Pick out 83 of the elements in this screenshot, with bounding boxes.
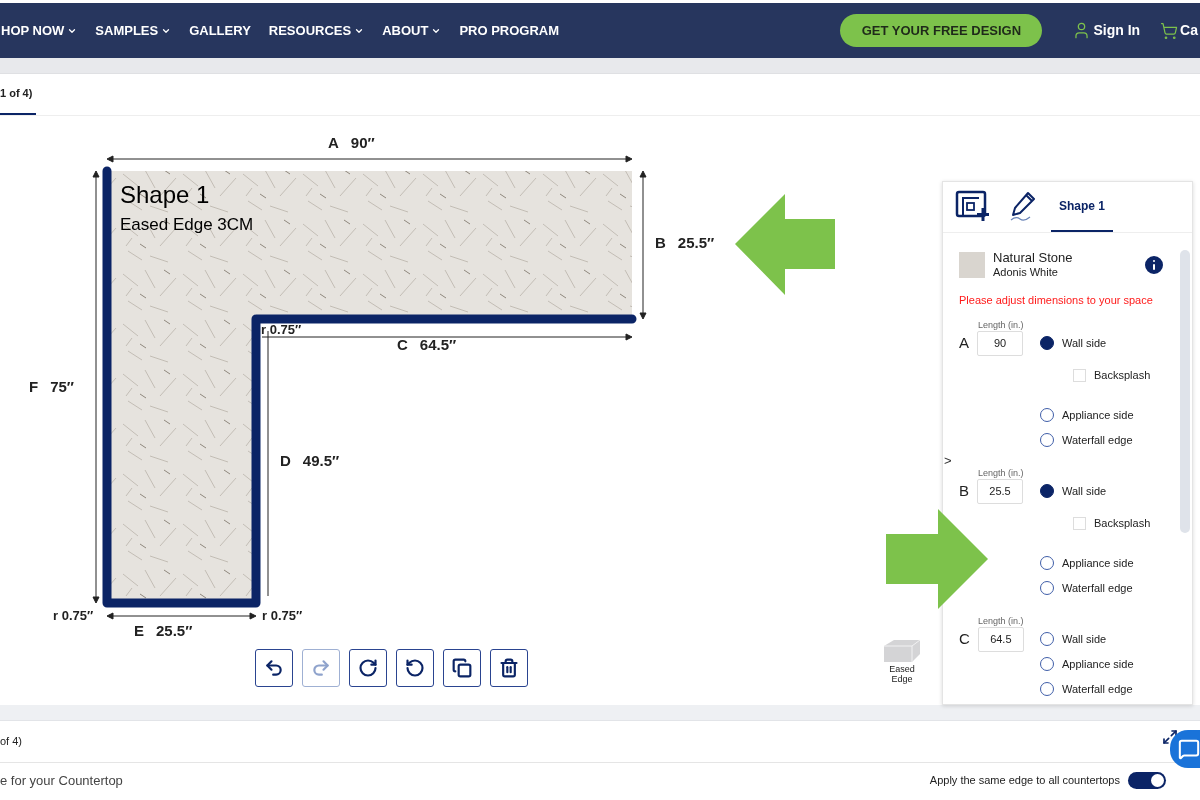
option-label: Wall side	[1062, 631, 1107, 647]
option-label: Waterfall edge	[1062, 681, 1133, 697]
duplicate-icon	[452, 658, 472, 678]
stone-swatch	[959, 251, 985, 278]
undo-icon	[264, 658, 284, 678]
length-label: Length (in.)	[978, 318, 1025, 331]
nav-link[interactable]: RESOURCES	[268, 20, 365, 41]
pencil-icon	[1008, 190, 1038, 222]
dimension-warning: Please adjust dimensions to your space	[959, 293, 1154, 308]
shape-title: Shape 1	[120, 183, 210, 207]
left-arrow-icon	[735, 194, 835, 295]
checkbox[interactable]	[1073, 516, 1086, 530]
dimension-label: B 25.5″	[655, 232, 715, 253]
cart-link[interactable]: Ca	[1160, 20, 1198, 41]
dimension-label: E 25.5″	[134, 620, 193, 641]
option-label: Backsplash	[1094, 367, 1151, 383]
side-letter: A	[959, 332, 969, 353]
rotate-right-icon	[358, 658, 378, 678]
radio-button[interactable]	[1040, 484, 1054, 498]
radio-button[interactable]	[1040, 581, 1054, 595]
nav-link[interactable]: GALLERY	[189, 20, 251, 41]
dimension-label: C 64.5″	[397, 334, 457, 355]
edge-profile-icon	[882, 638, 922, 664]
checkbox[interactable]	[1073, 368, 1086, 382]
undo-button[interactable]	[255, 649, 293, 687]
option-label: Waterfall edge	[1062, 432, 1133, 448]
dimension-label: A 90″	[328, 132, 375, 153]
length-input[interactable]: 90	[977, 330, 1023, 356]
radio-button[interactable]	[1040, 556, 1054, 570]
cart-icon	[1160, 21, 1179, 40]
radio-button[interactable]	[1040, 408, 1054, 422]
nav-link[interactable]: SAMPLES	[95, 20, 172, 41]
rotate-left-button[interactable]	[396, 649, 434, 687]
countertop-tab[interactable]: of 4)	[0, 733, 22, 750]
option-label: Waterfall edge	[1062, 580, 1133, 596]
sign-in-link[interactable]: Sign In	[1072, 20, 1141, 41]
radius-label: r 0.75″	[261, 321, 302, 340]
side-letter: B	[959, 480, 969, 501]
length-input[interactable]: 25.5	[977, 478, 1023, 504]
side-letter: C	[959, 628, 970, 649]
chat-icon	[1178, 738, 1200, 760]
radio-button[interactable]	[1040, 657, 1054, 671]
radius-label: r 0.75″	[53, 607, 94, 626]
free-design-button[interactable]: GET YOUR FREE DESIGN	[840, 14, 1043, 47]
nav-link[interactable]: HOP NOW	[1, 20, 78, 41]
shape-tab[interactable]: Shape 1	[1051, 182, 1114, 232]
rotate-left-icon	[405, 658, 425, 678]
trash-icon	[499, 658, 519, 678]
rotate-right-button[interactable]	[349, 649, 387, 687]
dimension-label: D 49.5″	[280, 450, 340, 471]
expand-icon[interactable]	[1162, 728, 1178, 745]
redo-icon	[311, 658, 331, 678]
length-input[interactable]: 64.5	[977, 626, 1024, 652]
duplicate-button[interactable]	[443, 649, 481, 687]
dimension-label: F 75″	[29, 376, 75, 397]
edge-option[interactable]: Eased Edge	[880, 638, 924, 684]
scrollbar-thumb[interactable]	[1180, 250, 1190, 533]
option-label: Wall side	[1062, 483, 1107, 499]
material-type: Natural Stone	[993, 250, 1073, 265]
same-edge-toggle[interactable]	[1128, 772, 1166, 789]
radio-button[interactable]	[1040, 632, 1054, 646]
add-shape-icon	[955, 190, 991, 222]
radius-label: r 0.75″	[262, 607, 303, 626]
option-label: Appliance side	[1062, 656, 1134, 672]
material-name: Adonis White	[993, 265, 1059, 279]
delete-button[interactable]	[490, 649, 528, 687]
right-arrow-icon	[886, 509, 988, 609]
countertop-tab[interactable]: 1 of 4)	[0, 73, 36, 115]
length-label: Length (in.)	[978, 466, 1025, 479]
option-label: Appliance side	[1062, 555, 1134, 571]
collapse-panel-toggle[interactable]: >	[944, 451, 952, 471]
radio-button[interactable]	[1040, 682, 1054, 696]
nav-link[interactable]: PRO PROGRAM	[459, 20, 560, 41]
toggle-label: Apply the same edge to all countertops	[929, 773, 1120, 789]
length-label: Length (in.)	[978, 614, 1025, 627]
option-label: Backsplash	[1094, 515, 1151, 531]
radio-button[interactable]	[1040, 433, 1054, 447]
section-title: e for your Countertop	[0, 771, 123, 790]
nav-link[interactable]: ABOUT	[382, 20, 442, 41]
option-label: Wall side	[1062, 335, 1107, 351]
option-label: Appliance side	[1062, 407, 1134, 423]
radio-button[interactable]	[1040, 336, 1054, 350]
edge-type-label: Eased Edge 3CM	[120, 216, 254, 233]
